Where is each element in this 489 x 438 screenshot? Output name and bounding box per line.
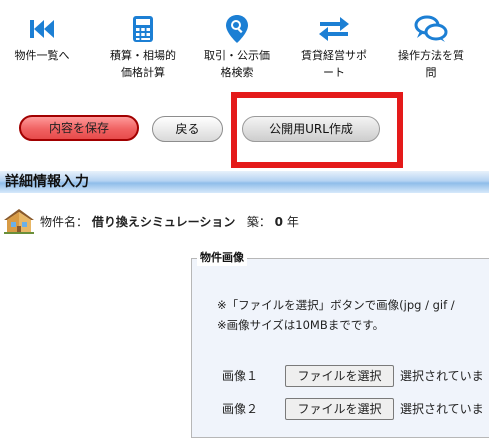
create-public-url-button[interactable]: 公開用URL作成 bbox=[242, 116, 380, 142]
property-info-row: 物件名： 借り換えシミュレーション 築： 0 年 bbox=[0, 205, 489, 237]
nav-item-ask-question[interactable]: 操作方法を質 問 bbox=[385, 0, 477, 90]
search-pin-icon bbox=[191, 14, 283, 44]
nav-label-price-calc-2: 価格計算 bbox=[121, 66, 165, 79]
image-size-note: ※画像サイズは10MBまでです。 bbox=[217, 318, 385, 332]
property-name-label: 物件名： bbox=[40, 215, 89, 229]
top-navigation: 物件一覧へ 積算・相場的 価格計算 取引・公示価 格検索 賃貸経営サポ ート 操… bbox=[0, 0, 489, 92]
building-age-unit: 年 bbox=[286, 215, 299, 229]
nav-label-property-list: 物件一覧へ bbox=[14, 49, 70, 62]
image-1-choose-file-button[interactable]: ファイルを選択 bbox=[285, 365, 394, 387]
swap-arrows-icon bbox=[288, 14, 380, 44]
image-format-note: ※「ファイルを選択」ボタンで画像(jpg / gif / bbox=[217, 298, 455, 312]
nav-label-rental-support-1: 賃貸経営サポ bbox=[301, 49, 367, 62]
nav-label-transaction-search-1: 取引・公示価 bbox=[204, 49, 270, 62]
nav-label-ask-question-1: 操作方法を質 bbox=[398, 49, 464, 62]
house-icon bbox=[2, 207, 36, 239]
nav-label-price-calc-1: 積算・相場的 bbox=[110, 49, 176, 62]
skip-back-icon bbox=[0, 14, 84, 44]
nav-label-transaction-search-2: 格検索 bbox=[220, 66, 254, 79]
building-age-value: 0 bbox=[274, 215, 284, 229]
image-2-file-status: 選択されていま bbox=[400, 402, 484, 416]
save-button[interactable]: 内容を保存 bbox=[19, 115, 139, 141]
image-1-file-status: 選択されていま bbox=[400, 369, 484, 383]
nav-item-property-list[interactable]: 物件一覧へ bbox=[0, 0, 84, 90]
section-title: 詳細情報入力 bbox=[0, 171, 489, 193]
image-2-label: 画像２ bbox=[222, 402, 259, 416]
property-image-legend: 物件画像 bbox=[197, 250, 247, 266]
image-2-choose-file-button[interactable]: ファイルを選択 bbox=[285, 398, 394, 420]
nav-item-price-calc[interactable]: 積算・相場的 価格計算 bbox=[97, 0, 189, 90]
chat-bubbles-icon bbox=[385, 14, 477, 44]
property-name-value: 借り換えシミュレーション bbox=[91, 215, 236, 229]
back-button[interactable]: 戻る bbox=[152, 116, 223, 142]
calculator-icon bbox=[97, 14, 189, 44]
nav-item-rental-support[interactable]: 賃貸経営サポ ート bbox=[288, 0, 380, 90]
building-age-label: 築： bbox=[246, 215, 271, 229]
nav-label-ask-question-2: 問 bbox=[425, 66, 437, 79]
nav-item-transaction-search[interactable]: 取引・公示価 格検索 bbox=[191, 0, 283, 90]
image-1-label: 画像１ bbox=[222, 369, 259, 383]
nav-label-rental-support-2: ート bbox=[323, 66, 345, 79]
